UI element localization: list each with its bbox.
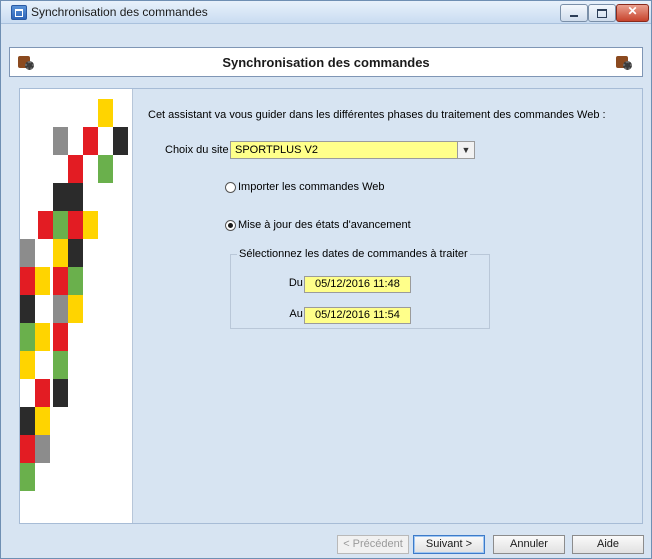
minimize-icon	[570, 15, 578, 17]
header-title: Synchronisation des commandes	[222, 55, 430, 70]
chevron-down-icon[interactable]: ▼	[457, 142, 474, 158]
wizard-page: Cet assistant va vous guider dans les di…	[19, 88, 643, 524]
intro-text: Cet assistant va vous guider dans les di…	[148, 109, 606, 121]
window-title: Synchronisation des commandes	[31, 5, 208, 19]
maximize-button[interactable]	[588, 4, 616, 22]
minimize-button[interactable]	[560, 4, 588, 22]
app-icon	[11, 5, 27, 20]
radio-indicator[interactable]	[225, 182, 236, 193]
close-button[interactable]: ✕	[616, 4, 649, 22]
header-wizard-icon	[616, 54, 634, 72]
from-date-field[interactable]: 05/12/2016 11:48	[304, 276, 411, 293]
previous-button[interactable]: < Précédent	[337, 535, 409, 554]
decorative-side-image	[20, 89, 133, 523]
dates-group-legend: Sélectionnez les dates de commandes à tr…	[237, 248, 470, 260]
title-bar[interactable]: Synchronisation des commandes ✕	[1, 1, 651, 24]
radio-label[interactable]: Importer les commandes Web	[238, 181, 385, 193]
radio-indicator[interactable]	[225, 220, 236, 231]
site-label: Choix du site	[165, 144, 229, 156]
wizard-header: Synchronisation des commandes	[9, 47, 643, 77]
close-icon: ✕	[627, 4, 638, 18]
site-select-value: SPORTPLUS V2	[235, 144, 318, 156]
cancel-button[interactable]: Annuler	[493, 535, 565, 554]
help-button[interactable]: Aide	[572, 535, 644, 554]
maximize-icon	[597, 9, 607, 18]
next-button[interactable]: Suivant >	[413, 535, 485, 554]
to-date-field[interactable]: 05/12/2016 11:54	[304, 307, 411, 324]
site-select[interactable]: SPORTPLUS V2 ▼	[230, 141, 475, 159]
wizard-window: Synchronisation des commandes ✕ Synchron…	[0, 0, 652, 559]
dates-group: Sélectionnez les dates de commandes à tr…	[230, 248, 490, 329]
radio-label[interactable]: Mise à jour des états d'avancement	[238, 219, 411, 231]
